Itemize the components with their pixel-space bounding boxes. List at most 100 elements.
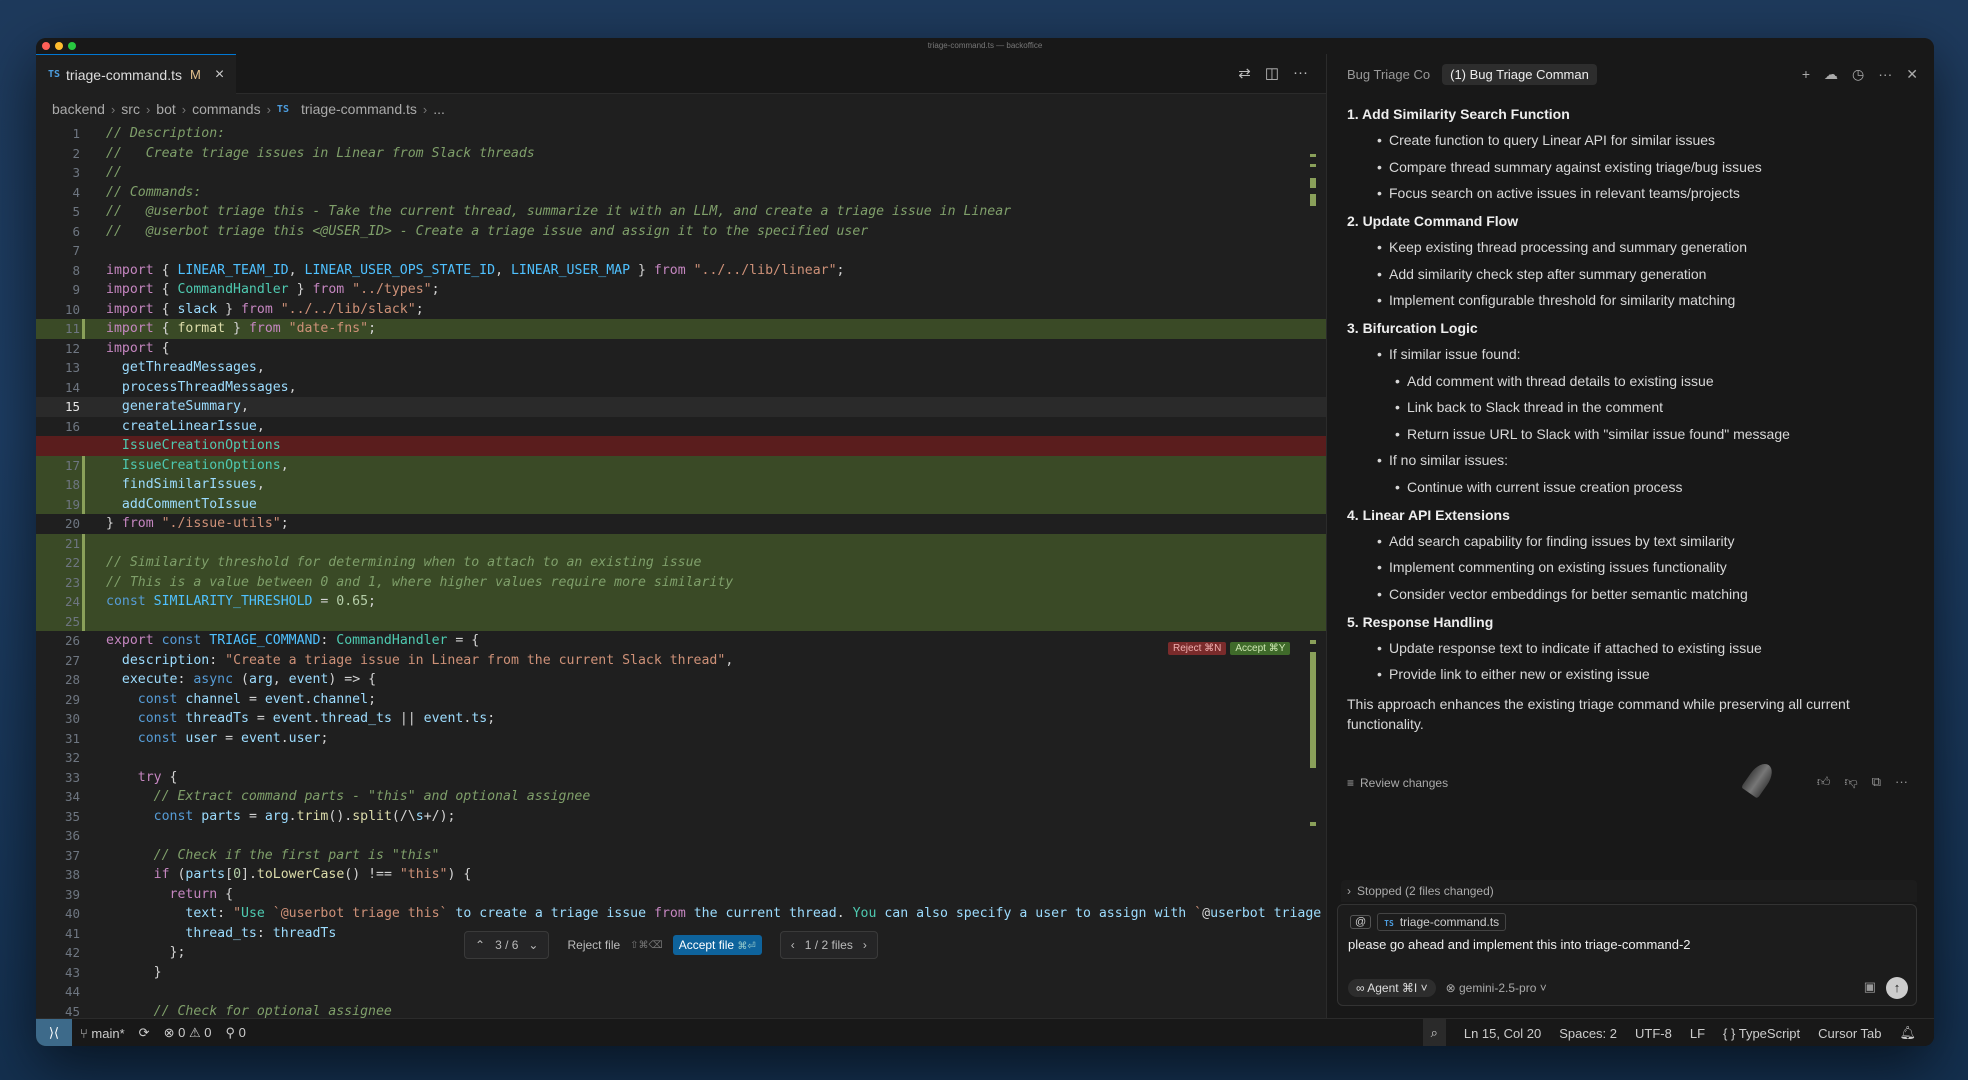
- breadcrumb-symbol[interactable]: ...: [433, 101, 445, 117]
- more-actions-icon[interactable]: ···: [1293, 64, 1308, 82]
- line-number[interactable]: 40: [36, 904, 80, 924]
- chat-composer[interactable]: @ TS triage-command.ts please go ahead an…: [1337, 904, 1917, 1006]
- code-line[interactable]: 34 // Extract command parts - "this" and…: [36, 787, 1326, 807]
- chat-tab-1[interactable]: Bug Triage Co: [1347, 67, 1430, 82]
- breadcrumb-backend[interactable]: backend: [52, 101, 105, 117]
- branch-indicator[interactable]: ⑂ main*: [80, 1026, 125, 1041]
- code-line[interactable]: 1 // Description:: [36, 124, 1326, 144]
- sync-icon[interactable]: ⟳: [139, 1025, 150, 1041]
- code-line[interactable]: 3 //: [36, 163, 1326, 183]
- breadcrumb-src[interactable]: src: [121, 101, 140, 117]
- code-view[interactable]: 1 // Description: 2 // Create triage issues…: [36, 124, 1326, 1019]
- line-number[interactable]: 7: [36, 241, 80, 261]
- more-icon[interactable]: ···: [1878, 66, 1892, 83]
- remote-indicator[interactable]: ⟩⟨: [36, 1019, 72, 1046]
- line-ending[interactable]: LF: [1690, 1026, 1705, 1041]
- code-line[interactable]: 13 getThreadMessages,: [36, 358, 1326, 378]
- line-number[interactable]: 31: [36, 729, 80, 749]
- line-number[interactable]: 12: [36, 339, 80, 359]
- code-line[interactable]: 44: [36, 982, 1326, 1002]
- code-line[interactable]: 32: [36, 748, 1326, 768]
- line-number[interactable]: 10: [36, 300, 80, 320]
- copy-icon[interactable]: ⧉: [1872, 774, 1881, 790]
- line-number[interactable]: 28: [36, 670, 80, 690]
- code-line[interactable]: 36: [36, 826, 1326, 846]
- accept-file-button[interactable]: Accept file ⌘⏎: [672, 935, 762, 955]
- line-number[interactable]: 15: [36, 397, 80, 417]
- line-number[interactable]: 25: [36, 612, 80, 632]
- code-line[interactable]: 39 return {: [36, 885, 1326, 905]
- code-line[interactable]: 26 export const TRIAGE_COMMAND: CommandHa…: [36, 631, 1326, 651]
- line-number[interactable]: 19: [36, 495, 80, 515]
- line-number[interactable]: 4: [36, 183, 80, 203]
- code-line[interactable]: 7: [36, 241, 1326, 261]
- line-number[interactable]: 3: [36, 163, 80, 183]
- image-icon[interactable]: ▣: [1864, 979, 1876, 995]
- line-number[interactable]: 24: [36, 592, 80, 612]
- line-number[interactable]: 34: [36, 787, 80, 807]
- chevron-right-icon[interactable]: ›: [863, 938, 867, 952]
- line-number[interactable]: 39: [36, 885, 80, 905]
- breadcrumb-bot[interactable]: bot: [156, 101, 175, 117]
- minimize-window-button[interactable]: [55, 42, 63, 50]
- zoom-icon[interactable]: ⌕: [1422, 1019, 1446, 1046]
- line-number[interactable]: 30: [36, 709, 80, 729]
- line-number[interactable]: 14: [36, 378, 80, 398]
- cloud-icon[interactable]: ☁: [1824, 66, 1838, 83]
- model-selector[interactable]: ⊗ gemini-2.5-pro ˅: [1446, 981, 1547, 995]
- close-icon[interactable]: ✕: [1906, 66, 1918, 83]
- code-line[interactable]: 40 text: "Use `@userbot triage this` to …: [36, 904, 1326, 924]
- line-number[interactable]: 17: [36, 456, 80, 476]
- line-number[interactable]: 43: [36, 963, 80, 983]
- mode-selector[interactable]: ∞ Agent ⌘I ˅: [1348, 979, 1436, 997]
- chat-tab-2[interactable]: (1) Bug Triage Comman: [1442, 63, 1597, 85]
- code-line[interactable]: 10 import { slack } from "../../lib/slack…: [36, 300, 1326, 320]
- indentation[interactable]: Spaces: 2: [1559, 1026, 1617, 1041]
- close-tab-icon[interactable]: ×: [215, 66, 224, 84]
- code-line[interactable]: 8 import { LINEAR_TEAM_ID, LINEAR_USER_OP…: [36, 261, 1326, 281]
- code-line[interactable]: 16 createLinearIssue,: [36, 417, 1326, 437]
- line-number[interactable]: 38: [36, 865, 80, 885]
- code-line[interactable]: IssueCreationOptions: [36, 436, 1326, 456]
- cursor-tab[interactable]: Cursor Tab: [1818, 1026, 1881, 1041]
- hunk-navigator[interactable]: ⌃ 3 / 6 ⌄: [464, 931, 550, 959]
- chevron-up-icon[interactable]: ⌃: [475, 938, 485, 952]
- split-editor-icon[interactable]: ◫: [1265, 64, 1279, 82]
- prompt-input[interactable]: please go ahead and implement this into …: [1348, 937, 1691, 952]
- review-changes-button[interactable]: ≡ Review changes: [1347, 776, 1448, 790]
- code-line[interactable]: 17 IssueCreationOptions,: [36, 455, 1326, 476]
- code-line[interactable]: 43 }: [36, 963, 1326, 983]
- plus-icon[interactable]: +: [1802, 66, 1810, 83]
- encoding[interactable]: UTF-8: [1635, 1026, 1672, 1041]
- line-number[interactable]: 35: [36, 807, 80, 827]
- code-line[interactable]: 9 import { CommandHandler } from "../type…: [36, 280, 1326, 300]
- code-line[interactable]: 25: [36, 611, 1326, 632]
- code-line[interactable]: 18 findSimilarIssues,: [36, 475, 1326, 495]
- line-number[interactable]: 8: [36, 261, 80, 281]
- language-mode[interactable]: { } TypeScript: [1723, 1026, 1800, 1041]
- line-number[interactable]: 22: [36, 553, 80, 573]
- code-line[interactable]: 14 processThreadMessages,: [36, 378, 1326, 398]
- editor-tab-triage-command[interactable]: TS triage-command.ts M ×: [36, 54, 236, 94]
- line-number[interactable]: 23: [36, 573, 80, 593]
- history-icon[interactable]: ◷: [1852, 66, 1864, 83]
- line-number[interactable]: 33: [36, 768, 80, 788]
- code-line[interactable]: 35 const parts = arg.trim().split(/\s+/)…: [36, 807, 1326, 827]
- line-number[interactable]: 2: [36, 144, 80, 164]
- cursor-position[interactable]: Ln 15, Col 20: [1464, 1026, 1541, 1041]
- line-number[interactable]: 6: [36, 222, 80, 242]
- breadcrumb-file[interactable]: triage-command.ts: [301, 101, 417, 117]
- line-number[interactable]: 5: [36, 202, 80, 222]
- line-number[interactable]: 13: [36, 358, 80, 378]
- code-line[interactable]: 27 description: "Create a triage issue i…: [36, 651, 1326, 671]
- line-number[interactable]: 20: [36, 514, 80, 534]
- line-number[interactable]: 18: [36, 475, 80, 495]
- code-line[interactable]: 2 // Create triage issues in Linear from …: [36, 144, 1326, 164]
- code-line[interactable]: 5 // @userbot triage this - Take the curr…: [36, 202, 1326, 222]
- line-number[interactable]: 42: [36, 943, 80, 963]
- context-file-chip[interactable]: TS triage-command.ts: [1377, 913, 1507, 931]
- code-line[interactable]: 38 if (parts[0].toLowerCase() !== "this"…: [36, 865, 1326, 885]
- code-line[interactable]: 30 const threadTs = event.thread_ts || e…: [36, 709, 1326, 729]
- chevron-left-icon[interactable]: ‹: [791, 938, 795, 952]
- stopped-status[interactable]: › Stopped (2 files changed): [1341, 880, 1917, 902]
